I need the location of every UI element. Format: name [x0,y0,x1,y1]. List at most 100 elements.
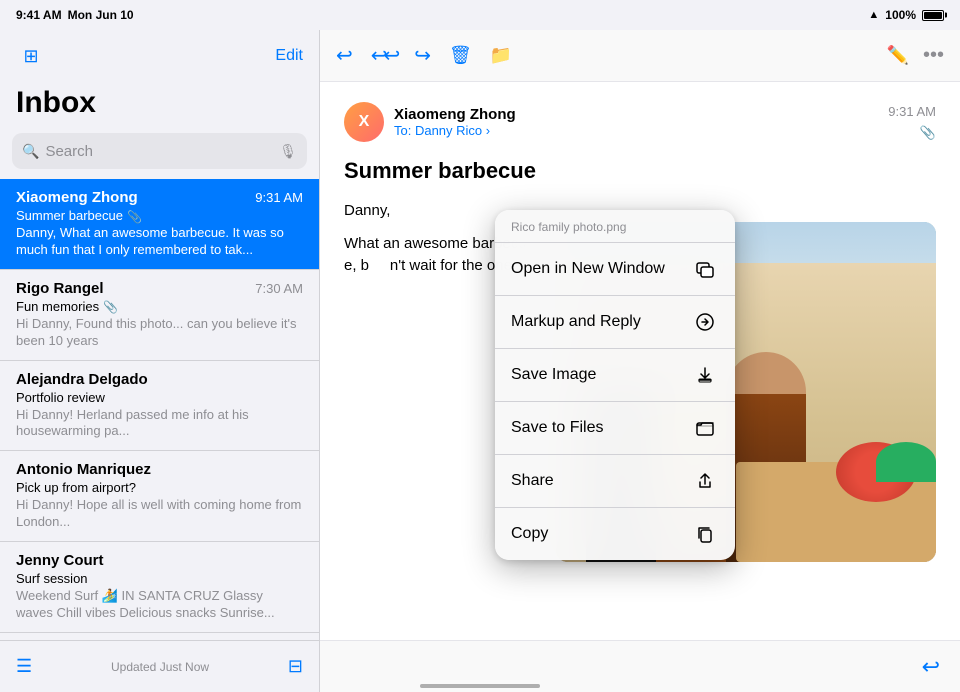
open-new-window-icon [691,255,719,283]
status-time: 9:41 AM [16,8,62,22]
status-bar-left: 9:41 AM Mon Jun 10 [16,8,134,22]
search-bar[interactable]: 🔍 Search 🎙 [12,133,307,169]
battery-percent: 100% [885,8,916,22]
sidebar-footer: ☰ Updated Just Now ⊟ [0,640,319,692]
status-bar: 9:41 AM Mon Jun 10 ▲ 100% [0,0,960,30]
email-list: Xiaomeng Zhong 9:31 AM Summer barbecue 📎… [0,179,319,640]
inbox-title: Inbox [16,86,303,119]
compose-button[interactable]: ✏️ [887,45,909,66]
copy-icon [691,520,719,548]
save-image-icon [691,361,719,389]
paperclip-icon: 📎 [920,125,936,141]
email-detail-subject: Summer barbecue [344,158,936,184]
search-icon: 🔍 [22,143,39,160]
context-menu-share[interactable]: Share [495,455,735,508]
detail-panel: ↩ ↩↩ ↪ 🗑 📁 ✏️ ••• X [320,30,960,692]
email-subject: Fun memories [16,299,99,314]
email-preview: Hi Danny, Found this photo... can you be… [16,316,303,350]
status-day: Mon Jun 10 [68,8,134,22]
search-placeholder: Search [45,143,273,160]
sidebar-toolbar-left: ⊞ [16,41,46,71]
email-preview: Danny, What an awesome barbecue. It was … [16,225,303,259]
email-row2: Fun memories 📎 [16,299,303,316]
context-menu-save-to-files[interactable]: Save to Files [495,402,735,455]
sidebar-toggle-button[interactable]: ⊞ [16,41,46,71]
update-status: Updated Just Now [111,660,209,674]
reply-button[interactable]: ↩ [336,43,353,68]
filter-button[interactable]: ☰ [16,656,32,677]
email-item-header: Xiaomeng Zhong 9:31 AM [16,189,303,206]
email-row2: Summer barbecue 📎 [16,208,303,225]
list-item[interactable]: Jenny Court Surf session Weekend Surf 🏄 … [0,542,319,633]
markup-reply-label: Markup and Reply [511,313,641,331]
context-menu-markup-reply[interactable]: Markup and Reply [495,296,735,349]
email-sender: Xiaomeng Zhong [16,189,138,206]
sidebar: ⊞ Edit Inbox 🔍 Search 🎙 Xiaomeng Zhong 9… [0,30,320,692]
sidebar-header: Inbox [0,82,319,127]
email-detail-header: X Xiaomeng Zhong To: Danny Rico › 9:31 A… [344,102,936,142]
detail-footer: ↩ [320,640,960,692]
app-container: ⊞ Edit Inbox 🔍 Search 🎙 Xiaomeng Zhong 9… [0,30,960,692]
from-name: Xiaomeng Zhong [394,106,878,123]
context-menu-save-image[interactable]: Save Image [495,349,735,402]
list-item[interactable]: Xiaomeng Zhong 9:31 AM Summer barbecue 📎… [0,179,319,270]
save-to-files-icon [691,414,719,442]
share-icon [691,467,719,495]
layout-button[interactable]: ⊟ [288,656,303,677]
reply-footer-button[interactable]: ↩ [922,654,940,680]
attachment-icon: 📎 [127,210,142,224]
share-label: Share [511,472,554,490]
attachment-icon: 📎 [103,300,118,314]
reply-all-button[interactable]: ↩↩ [371,43,397,68]
email-item-header: Antonio Manriquez [16,461,303,478]
wifi-icon: ▲ [868,9,879,21]
detail-toolbar: ↩ ↩↩ ↪ 🗑 📁 ✏️ ••• [320,30,960,82]
save-to-files-label: Save to Files [511,419,603,437]
forward-button[interactable]: ↪ [414,43,431,68]
email-sender: Antonio Manriquez [16,461,151,478]
greens [876,442,936,482]
email-preview: Hi Danny! Hope all is well with coming h… [16,497,303,531]
email-subject: Pick up from airport? [16,480,303,495]
detail-time: 9:31 AM [888,104,936,119]
email-sender: Jenny Court [16,552,104,569]
email-item-header: Rigo Rangel 7:30 AM [16,280,303,297]
email-subject: Summer barbecue [16,208,123,223]
context-menu-filename: Rico family photo.png [495,210,735,243]
open-new-window-label: Open in New Window [511,260,665,278]
context-menu-open-new-window[interactable]: Open in New Window [495,243,735,296]
edit-button[interactable]: Edit [275,47,303,65]
markup-reply-icon [691,308,719,336]
email-preview: Hi Danny! Herland passed me info at his … [16,407,303,441]
email-subject: Surf session [16,571,303,586]
save-image-label: Save Image [511,366,596,384]
home-indicator [420,684,540,688]
status-bar-right: ▲ 100% [868,8,944,22]
context-menu-copy[interactable]: Copy [495,508,735,560]
copy-label: Copy [511,525,548,543]
email-subject: Portfolio review [16,390,303,405]
email-item-header: Jenny Court [16,552,303,569]
mic-icon[interactable]: 🎙 [279,143,297,160]
from-info: Xiaomeng Zhong To: Danny Rico › [394,106,878,138]
toolbar-actions: ↩ ↩↩ ↪ 🗑 📁 [336,43,512,68]
list-item[interactable]: Alejandra Delgado Portfolio review Hi Da… [0,361,319,452]
sidebar-toolbar: ⊞ Edit [0,30,319,82]
email-sender: Alejandra Delgado [16,371,148,388]
email-time: 7:30 AM [255,281,303,296]
list-item[interactable]: Rigo Rangel 7:30 AM Fun memories 📎 Hi Da… [0,270,319,361]
email-item-header: Alejandra Delgado [16,371,303,388]
avatar: X [344,102,384,142]
list-item[interactable]: Nisha Kumar Yesterday Sunday brunch Hey … [0,633,319,640]
delete-button[interactable]: 🗑 [449,45,472,66]
list-item[interactable]: Antonio Manriquez Pick up from airport? … [0,451,319,542]
more-button[interactable]: ••• [923,44,944,67]
context-menu: Rico family photo.png Open in New Window… [495,210,735,560]
from-to: To: Danny Rico › [394,123,878,138]
email-preview: Weekend Surf 🏄 IN SANTA CRUZ Glassy wave… [16,588,303,622]
folder-button[interactable]: 📁 [490,45,512,66]
email-detail-from: X Xiaomeng Zhong To: Danny Rico › 9:31 A… [344,102,936,142]
email-time: 9:31 AM [255,190,303,205]
battery-icon [922,10,944,21]
toolbar-right: ✏️ ••• [887,44,944,67]
